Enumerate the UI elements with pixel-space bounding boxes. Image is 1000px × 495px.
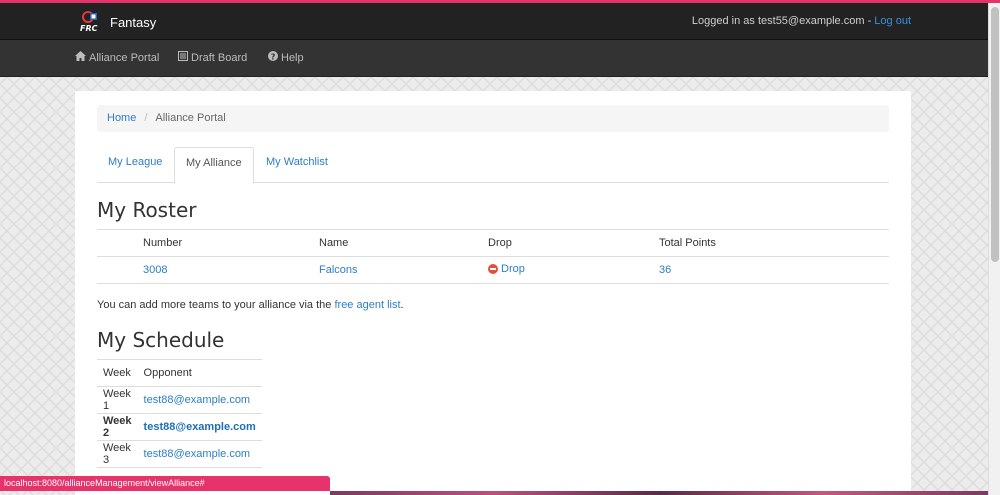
breadcrumb: Home / Alliance Portal [97,105,889,132]
column-header-name: Name [319,237,349,249]
team-name-link[interactable]: Falcons [319,264,358,276]
frc-logo-icon: FRC [80,10,104,34]
column-header-opponent: Opponent [143,367,192,379]
table-row: 3008 Falcons Drop 36 [97,257,889,284]
svg-text:?: ? [271,52,276,61]
question-icon: ? [268,51,278,64]
page-scrollbar[interactable] [988,3,1000,495]
breadcrumb-current: Alliance Portal [155,112,226,124]
brand-name: Fantasy [110,14,157,30]
table-row: Week 1 test88@example.com [97,387,262,414]
table-row-current: Week 2 test88@example.com [97,414,262,441]
nav-label: Alliance Portal [89,51,160,64]
drop-label: Drop [501,263,525,275]
opponent-link[interactable]: test88@example.com [144,448,251,460]
brand[interactable]: FRC Fantasy [80,9,156,35]
week-cell: Week 3 [103,442,131,466]
logout-link[interactable]: Log out [874,15,911,27]
sub-navbar: Alliance Portal Draft Board ? Help [0,40,988,77]
schedule-table: Week Opponent Week 1 test88@example.com … [97,359,262,468]
spacer-cell [97,257,143,284]
nav-label: Help [281,51,304,64]
drop-button[interactable]: Drop [488,263,525,275]
nav-item-alliance-portal[interactable]: Alliance Portal [75,51,159,64]
column-header-total-points: Total Points [659,237,716,249]
breadcrumb-separator: / [144,112,148,124]
week-cell: Week 2 [103,415,132,439]
status-bar-url: localhost:8080/allianceManagement/viewAl… [0,476,330,491]
column-header-number: Number [143,237,183,249]
week-cell: Week 1 [103,388,131,412]
logo-text: FRC [80,24,98,33]
nav-item-help[interactable]: ? Help [268,51,304,64]
opponent-link[interactable]: test88@example.com [144,394,251,406]
roster-header-row: Number Name Drop Total Points [97,229,889,257]
team-number-link[interactable]: 3008 [143,264,167,276]
nav-item-draft-board[interactable]: Draft Board [178,51,247,64]
login-info: Logged in as test55@example.com - Log ou… [692,15,911,27]
tab-my-watchlist[interactable]: My Watchlist [255,147,339,183]
logged-in-text: Logged in as test55@example.com - [691,15,875,27]
tab-my-alliance[interactable]: My Alliance [174,147,254,184]
column-header-week: Week [103,367,131,379]
roster-table: Number Name Drop Total Points 3008 Falco… [97,229,889,284]
nav-label: Draft Board [191,51,248,64]
remove-circle-icon [488,264,498,274]
main-panel: Home / Alliance Portal My League My Allian… [75,91,911,495]
scrollbar-thumb[interactable] [991,7,999,262]
note-prefix: You can add more teams to your alliance … [97,299,335,311]
breadcrumb-home-link[interactable]: Home [107,112,136,124]
roster-title: My Roster [97,198,197,222]
schedule-header-row: Week Opponent [97,359,262,387]
top-navbar: FRC Fantasy Logged in as test55@example.… [0,3,988,40]
note-suffix: . [400,299,404,311]
table-row: Week 3 test88@example.com [97,441,262,468]
schedule-title: My Schedule [97,328,225,352]
taskbar-strip [330,491,988,495]
tab-my-league[interactable]: My League [97,147,173,183]
list-icon [178,51,188,64]
tab-bar: My League My Alliance My Watchlist [97,147,889,184]
spacer-cell [97,230,143,257]
home-icon [75,51,86,64]
free-agent-note: You can add more teams to your alliance … [97,299,404,311]
column-header-drop: Drop [488,237,512,249]
total-points-link[interactable]: 36 [659,264,671,276]
opponent-link[interactable]: test88@example.com [144,421,256,433]
free-agent-list-link[interactable]: free agent list [334,299,400,311]
